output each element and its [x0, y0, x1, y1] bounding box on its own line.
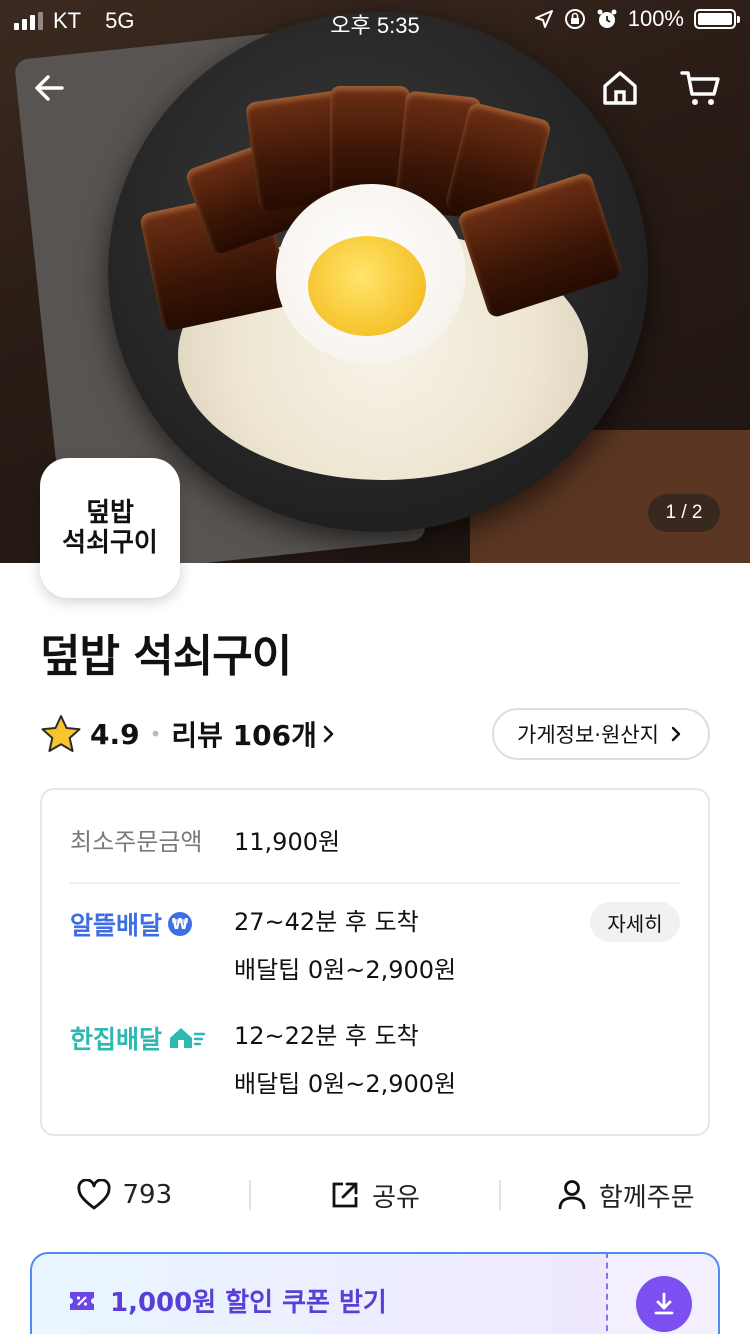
- review-link[interactable]: 리뷰 106개: [171, 714, 338, 754]
- group-order-label: 함께주문: [598, 1182, 695, 1213]
- orientation-lock-icon: [564, 9, 585, 29]
- cart-icon: [680, 71, 720, 105]
- battery-icon: [694, 9, 740, 29]
- delivery-info-card: 최소주문금액 11,900원 알뜰배달 ₩ 27~42분 후 도착 배달팁 0원…: [40, 788, 710, 1136]
- single-delivery-text: 한집배달: [70, 1025, 163, 1054]
- rating-row: 4.9 • 리뷰 106개: [40, 708, 339, 760]
- hero-egg-yolk: [308, 236, 426, 336]
- person-icon: [558, 1180, 586, 1210]
- arrow-left-icon: [35, 75, 64, 101]
- economy-delivery-text: 알뜰배달: [70, 911, 163, 940]
- download-icon: [654, 1292, 674, 1315]
- back-button[interactable]: [20, 58, 80, 118]
- coupon-download-button[interactable]: [636, 1276, 692, 1332]
- chevron-right-icon: [671, 726, 681, 742]
- won-badge-icon: ₩: [168, 912, 193, 936]
- economy-delivery-time: 27~42분 후 도착: [234, 908, 419, 936]
- card-divider: [70, 882, 680, 884]
- coupon-label: 1,000원 할인 쿠폰 받기: [110, 1288, 387, 1318]
- home-icon: [603, 71, 637, 105]
- alarm-clock-icon: [597, 9, 617, 28]
- economy-delivery-label: 알뜰배달 ₩: [70, 906, 193, 942]
- store-logo: 덮밥 석쇠구이: [40, 458, 180, 598]
- min-order-value: 11,900원: [234, 828, 341, 856]
- store-info-label: 가게정보·원산지: [517, 723, 659, 747]
- single-delivery-tip: 배달팁 0원~2,900원: [234, 1070, 457, 1098]
- group-order-button[interactable]: 함께주문: [501, 1177, 750, 1214]
- heart-icon: [76, 1179, 111, 1210]
- rating-value: 4.9: [90, 717, 140, 751]
- min-order-row: 최소주문금액 11,900원: [70, 822, 340, 857]
- coupon-download-area: [606, 1252, 720, 1334]
- location-arrow-icon: [534, 10, 553, 28]
- min-order-label: 최소주문금액: [70, 828, 203, 856]
- single-delivery-time: 12~22분 후 도착: [234, 1022, 419, 1050]
- like-count: 793: [122, 1180, 173, 1210]
- economy-delivery-tip: 배달팁 0원~2,900원: [234, 956, 457, 984]
- house-speed-icon: [170, 1028, 206, 1048]
- logo-text-line1: 덮밥: [86, 498, 134, 528]
- battery-percent: 100%: [627, 6, 684, 31]
- share-label: 공유: [372, 1182, 420, 1213]
- image-counter: 1 / 2: [648, 494, 720, 532]
- share-icon: [332, 1182, 358, 1208]
- star-icon: [41, 715, 81, 752]
- logo-text-line2: 석쇠구이: [62, 528, 158, 558]
- single-delivery-details: 12~22분 후 도착 배달팁 0원~2,900원: [234, 1012, 456, 1108]
- home-button[interactable]: [590, 58, 650, 118]
- delivery-detail-button[interactable]: 자세히: [590, 902, 680, 942]
- share-button[interactable]: 공유: [251, 1177, 500, 1214]
- coupon-ticket-icon: [70, 1291, 94, 1310]
- store-name: 덮밥 석쇠구이: [40, 631, 292, 682]
- coupon-banner[interactable]: 1,000원 할인 쿠폰 받기: [30, 1252, 608, 1334]
- action-bar: 793 공유 함께주문: [0, 1160, 750, 1230]
- cart-button[interactable]: [670, 58, 730, 118]
- status-bar: KT 5G 오후 5:35 100%: [0, 0, 750, 40]
- store-info-button[interactable]: 가게정보·원산지: [492, 708, 710, 760]
- economy-delivery-details: 27~42분 후 도착 배달팁 0원~2,900원: [234, 898, 456, 994]
- like-button[interactable]: 793: [0, 1179, 249, 1211]
- single-delivery-label: 한집배달: [70, 1020, 206, 1056]
- chevron-right-icon: [323, 725, 334, 743]
- separator-dot: •: [149, 722, 162, 746]
- review-count-label: 리뷰 106개: [171, 719, 317, 752]
